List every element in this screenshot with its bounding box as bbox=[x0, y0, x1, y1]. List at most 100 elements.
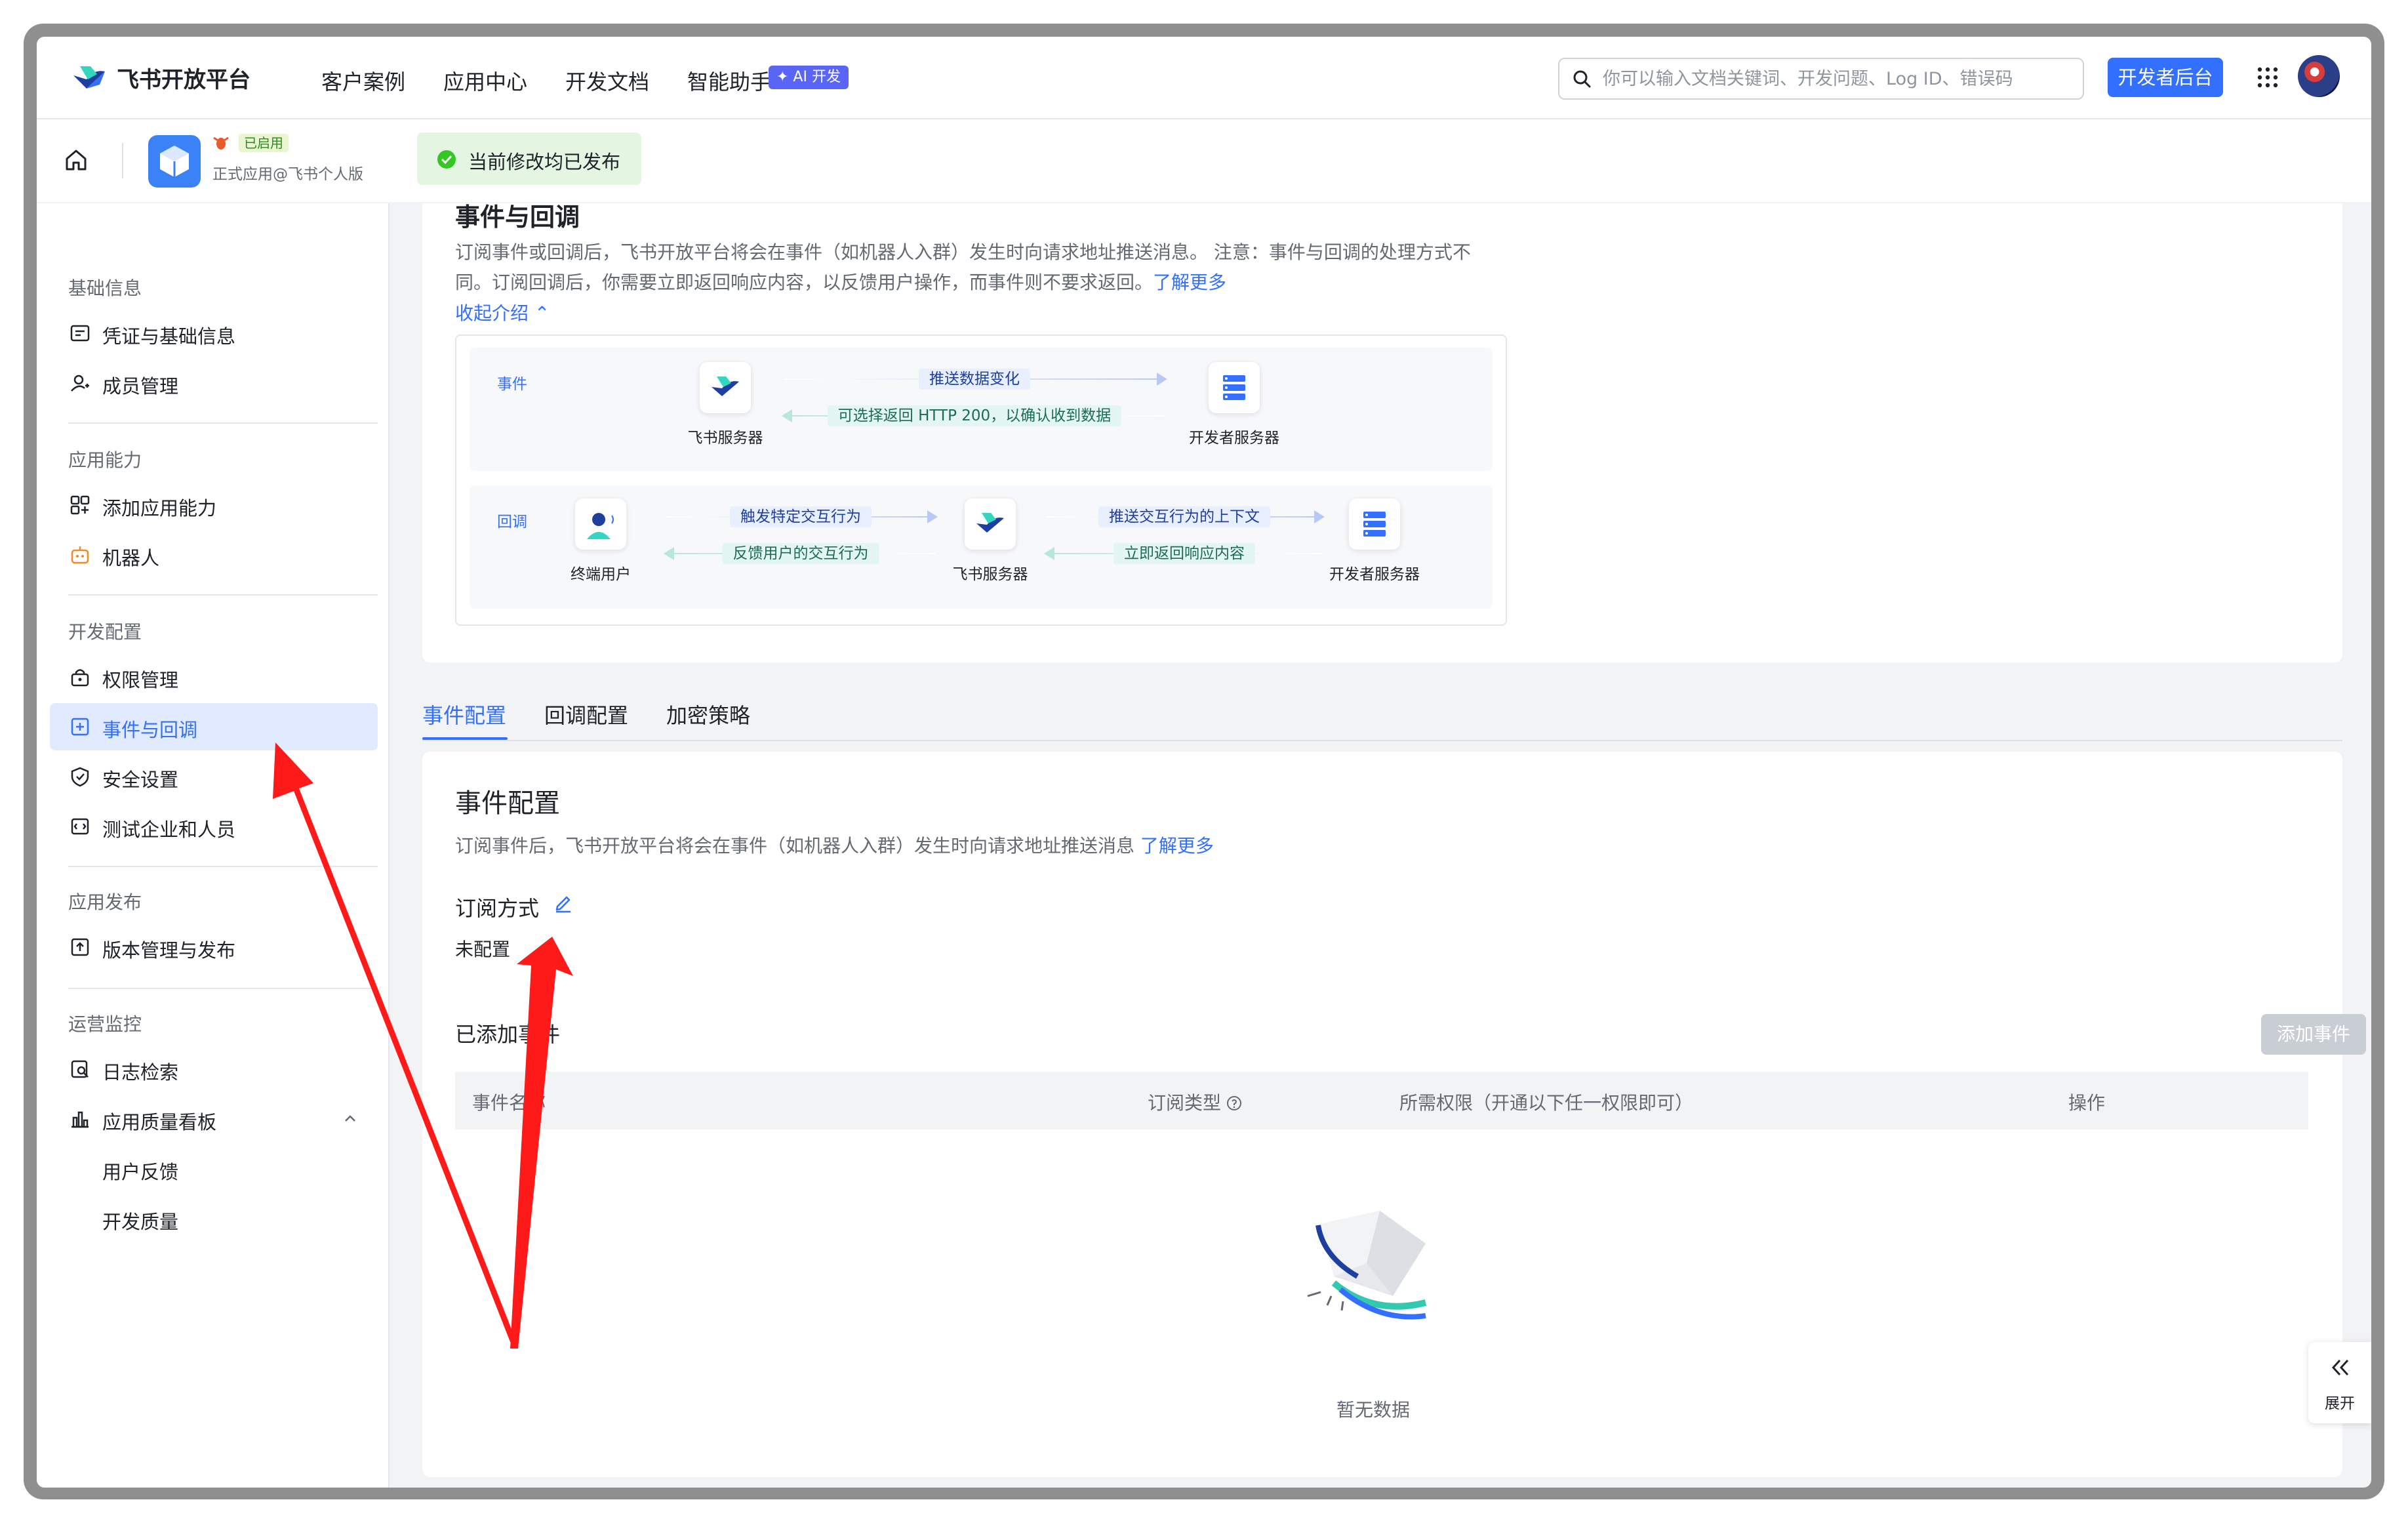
sidebar-item-label: 权限管理 bbox=[102, 669, 179, 691]
sidebar-item-dev-quality[interactable]: 开发质量 bbox=[50, 1195, 378, 1242]
flow-label: 立即返回响应内容 bbox=[1114, 543, 1255, 564]
arrow-right-icon bbox=[927, 510, 938, 523]
empty-state-text: 暂无数据 bbox=[1336, 1399, 1410, 1421]
search-input[interactable] bbox=[1601, 64, 2070, 93]
add-event-button[interactable]: 添加事件 bbox=[2261, 1014, 2366, 1055]
sidebar-item-label: 成员管理 bbox=[102, 375, 179, 397]
sidebar-item-label: 日志检索 bbox=[102, 1061, 179, 1084]
bug-icon bbox=[213, 136, 229, 150]
log-search-icon bbox=[71, 1060, 89, 1078]
node-feishu-server: 飞书服务器 bbox=[938, 498, 1043, 584]
intro-title: 事件与回调 bbox=[455, 203, 580, 232]
sidebar-item-add-capability[interactable]: 添加应用能力 bbox=[50, 481, 378, 529]
sidebar-item-security[interactable]: 安全设置 bbox=[50, 753, 378, 800]
flow-push-data: 推送数据变化 bbox=[784, 359, 1167, 399]
chevron-up-icon[interactable] bbox=[342, 1111, 358, 1127]
test-icon bbox=[71, 818, 89, 835]
arrow-left-icon bbox=[782, 409, 792, 422]
search-icon bbox=[1573, 70, 1591, 88]
feishu-logo-icon bbox=[73, 66, 105, 89]
sidebar-item-label: 测试企业和人员 bbox=[102, 819, 236, 841]
nav-smart-assistant[interactable]: 智能助手 bbox=[687, 66, 771, 96]
sidebar-item-permissions[interactable]: 权限管理 bbox=[50, 653, 378, 701]
check-circle-icon bbox=[437, 150, 456, 169]
event-icon bbox=[71, 718, 89, 736]
sidebar-item-label: 应用质量看板 bbox=[102, 1111, 217, 1133]
nav-dev-docs[interactable]: 开发文档 bbox=[565, 66, 649, 96]
sidebar-item-credentials[interactable]: 凭证与基础信息 bbox=[50, 310, 378, 357]
ai-dev-badge: ✦ AI 开发 bbox=[769, 66, 849, 89]
intro-text-1: 订阅事件或回调后，飞书开放平台将会在事件（如机器人入群）发生时向请求地址推送消息… bbox=[455, 241, 1471, 263]
edit-icon[interactable] bbox=[552, 892, 573, 913]
event-config-card: 事件配置 订阅事件后，飞书开放平台将会在事件（如机器人入群）发生时向请求地址推送… bbox=[422, 752, 2366, 1477]
flow-immediate-response: 立即返回响应内容 bbox=[1044, 534, 1322, 573]
nav-customer-cases[interactable]: 客户案例 bbox=[321, 66, 405, 96]
expand-panel-button[interactable]: 展开 bbox=[2308, 1342, 2371, 1423]
column-required-permissions: 所需权限（开通以下任一权限即可） bbox=[1399, 1092, 1694, 1114]
brand-logo[interactable]: 飞书开放平台 bbox=[71, 62, 251, 94]
user-avatar[interactable] bbox=[2298, 55, 2340, 97]
divider bbox=[68, 988, 378, 989]
sidebar-item-label: 用户反馈 bbox=[102, 1161, 179, 1183]
flow-label: 触发特定交互行为 bbox=[730, 506, 872, 527]
node-developer-server: 开发者服务器 bbox=[1182, 362, 1287, 447]
flow-push-context: 推送交互行为的上下文 bbox=[1047, 497, 1325, 537]
tab-encryption[interactable]: 加密策略 bbox=[666, 699, 750, 729]
subscribe-method-label: 订阅方式 bbox=[455, 896, 540, 921]
subscribe-method-value: 未配置 bbox=[455, 939, 511, 960]
tab-event-config[interactable]: 事件配置 bbox=[422, 699, 506, 729]
event-lane: 事件 飞书服务器 推送数据变化 可选择返回 HTTP 200，以确认收到数据 开… bbox=[470, 348, 1493, 471]
robot-icon bbox=[71, 546, 89, 564]
lane-tag-callback: 回调 bbox=[497, 514, 527, 531]
flow-return-200: 可选择返回 HTTP 200，以确认收到数据 bbox=[782, 396, 1165, 436]
node-end-user: 终端用户 bbox=[548, 498, 653, 584]
screenshot-frame: 飞书开放平台 客户案例 应用中心 开发文档 智能助手 ✦ AI 开发 开发者后台 bbox=[24, 24, 2384, 1499]
learn-more-link[interactable]: 了解更多 bbox=[1153, 272, 1226, 293]
add-capability-icon bbox=[70, 495, 90, 515]
top-navigation: 飞书开放平台 客户案例 应用中心 开发文档 智能助手 ✦ AI 开发 开发者后台 bbox=[37, 37, 2371, 119]
event-flow-diagram: 事件 飞书服务器 推送数据变化 可选择返回 HTTP 200，以确认收到数据 开… bbox=[455, 335, 1507, 626]
sidebar-item-events-callbacks[interactable]: 事件与回调 bbox=[50, 703, 378, 750]
apps-grid-icon[interactable] bbox=[2256, 66, 2279, 89]
app-type-label: 正式应用@飞书个人版 bbox=[212, 166, 363, 183]
sidebar-item-quality-dashboard[interactable]: 应用质量看板 bbox=[50, 1095, 378, 1143]
node-developer-server: 开发者服务器 bbox=[1322, 498, 1427, 584]
shield-icon bbox=[71, 767, 89, 787]
home-icon[interactable] bbox=[63, 147, 89, 173]
sidebar-group-basic: 基础信息 bbox=[68, 277, 142, 299]
collapse-intro-link[interactable]: 收起介绍 ⌃ bbox=[455, 299, 550, 325]
flow-label: 推送数据变化 bbox=[919, 369, 1030, 390]
app-header-bar: 已启用 正式应用@飞书个人版 当前修改均已发布 bbox=[37, 119, 2371, 202]
sidebar-item-members[interactable]: 成员管理 bbox=[50, 359, 378, 407]
tab-indicator bbox=[422, 737, 508, 740]
developer-console-button[interactable]: 开发者后台 bbox=[2108, 58, 2223, 97]
sidebar-item-log-search[interactable]: 日志检索 bbox=[50, 1046, 378, 1093]
divider bbox=[68, 594, 378, 596]
sidebar-item-user-feedback[interactable]: 用户反馈 bbox=[50, 1145, 378, 1192]
server-icon bbox=[1349, 498, 1400, 550]
divider bbox=[68, 866, 378, 867]
arrow-right-icon bbox=[1157, 373, 1167, 386]
publish-status-notice: 当前修改均已发布 bbox=[417, 132, 641, 185]
sidebar-item-version[interactable]: 版本管理与发布 bbox=[50, 924, 378, 971]
brand-name: 飞书开放平台 bbox=[117, 67, 251, 93]
member-icon bbox=[71, 375, 89, 392]
section-description-text: 订阅事件后，飞书开放平台将会在事件（如机器人入群）发生时向请求地址推送消息 bbox=[455, 835, 1135, 857]
sidebar-item-robot[interactable]: 机器人 bbox=[50, 531, 378, 579]
app-status-badge: 已启用 bbox=[239, 134, 289, 152]
help-circle-icon[interactable] bbox=[1226, 1095, 1242, 1111]
browser-window: 飞书开放平台 客户案例 应用中心 开发文档 智能助手 ✦ AI 开发 开发者后台 bbox=[37, 37, 2371, 1488]
sidebar-item-label: 凭证与基础信息 bbox=[102, 325, 236, 348]
node-label: 开发者服务器 bbox=[1329, 566, 1420, 583]
sidebar-item-test-org[interactable]: 测试企业和人员 bbox=[50, 803, 378, 850]
search-box[interactable] bbox=[1558, 58, 2084, 100]
events-table-header: 事件名称 订阅类型 所需权限（开通以下任一权限即可） 操作 bbox=[455, 1072, 2308, 1129]
section-description: 订阅事件后，飞书开放平台将会在事件（如机器人入群）发生时向请求地址推送消息 了解… bbox=[455, 832, 1214, 858]
learn-more-link[interactable]: 了解更多 bbox=[1140, 835, 1214, 857]
nav-app-center[interactable]: 应用中心 bbox=[443, 66, 527, 96]
flow-label: 推送交互行为的上下文 bbox=[1098, 506, 1270, 527]
sidebar-item-label: 添加应用能力 bbox=[102, 497, 217, 519]
tab-callback-config[interactable]: 回调配置 bbox=[544, 699, 628, 729]
chart-icon bbox=[71, 1111, 89, 1128]
sidebar: 基础信息 凭证与基础信息 成员管理 应用能力 添加应用能力 机器人 开发配置 权… bbox=[37, 203, 390, 1488]
